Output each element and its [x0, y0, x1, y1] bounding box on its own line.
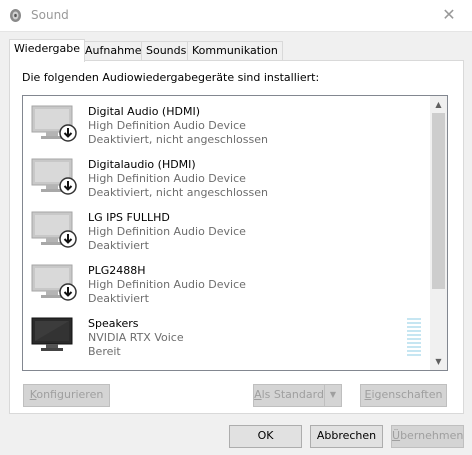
cancel-button[interactable]: Abbrechen — [310, 425, 383, 448]
device-name: PLG2488H — [88, 264, 146, 277]
tab-label: Wiedergabe — [14, 42, 81, 55]
device-driver: High Definition Audio Device — [88, 278, 246, 291]
monitor-speaker-icon — [31, 317, 73, 351]
device-row[interactable]: Digital Audio (HDMI) High Definition Aud… — [23, 96, 431, 149]
device-icon-partial — [31, 369, 77, 371]
device-status: Bereit — [88, 345, 121, 358]
device-row[interactable]: PLG2488H High Definition Audio Device De… — [23, 255, 431, 308]
device-driver: High Definition Audio Device — [88, 172, 246, 185]
device-list[interactable]: Digital Audio (HDMI) High Definition Aud… — [22, 95, 448, 371]
ok-button[interactable]: OK — [229, 425, 302, 448]
tab-label: Aufnahme — [85, 44, 142, 57]
device-driver: High Definition Audio Device — [88, 225, 246, 238]
title-bar: Sound ✕ — [0, 0, 472, 32]
speaker-app-icon — [10, 9, 21, 22]
scroll-down-icon[interactable]: ▼ — [430, 353, 447, 370]
tab-playback[interactable]: Wiedergabe — [9, 39, 86, 62]
tab-label: Kommunikation — [192, 44, 278, 57]
set-default-button[interactable]: Als Standard — [253, 384, 325, 407]
tab-recording[interactable]: Aufnahme — [80, 41, 147, 61]
device-status: Deaktiviert, nicht angeschlossen — [88, 186, 268, 199]
device-row[interactable]: Digitalaudio (HDMI) High Definition Audi… — [23, 149, 431, 202]
configure-label: onfigurieren — [36, 388, 104, 401]
device-name: Digital Audio (HDMI) — [88, 105, 200, 118]
monitor-disabled-icon — [31, 211, 77, 248]
properties-button[interactable]: Eigenschaften — [360, 384, 447, 407]
default-label: ls Standard — [261, 388, 324, 401]
device-status: Deaktiviert — [88, 239, 149, 252]
apply-label: bernehmen — [400, 429, 464, 442]
default-mnemonic: A — [254, 388, 262, 401]
apply-mnemonic: Ü — [392, 429, 401, 442]
apply-button[interactable]: Übernehmen — [391, 425, 464, 448]
device-row[interactable]: Speakers NVIDIA RTX Voice Bereit — [23, 308, 431, 361]
close-icon: ✕ — [442, 5, 456, 24]
device-driver: High Definition Audio Device — [88, 119, 246, 132]
cancel-label: Abbrechen — [316, 429, 377, 442]
device-driver: NVIDIA RTX Voice — [88, 331, 184, 344]
device-status: Deaktiviert — [88, 292, 149, 305]
tab-label: Sounds — [146, 44, 187, 57]
list-scrollbar[interactable]: ▲ ▼ — [430, 96, 447, 370]
scroll-thumb[interactable] — [432, 113, 445, 289]
set-default-dropdown[interactable]: ▼ — [324, 384, 342, 407]
device-row[interactable]: LG IPS FULLHD High Definition Audio Devi… — [23, 202, 431, 255]
window-title: Sound — [31, 8, 69, 22]
ok-label: OK — [257, 429, 274, 442]
close-button[interactable]: ✕ — [426, 0, 472, 31]
chevron-down-icon: ▼ — [329, 390, 337, 399]
volume-level-meter — [407, 318, 421, 358]
monitor-disabled-icon — [31, 158, 77, 195]
properties-label: igenschaften — [371, 388, 443, 401]
device-name: Speakers — [88, 317, 139, 330]
tab-sounds[interactable]: Sounds — [141, 41, 192, 61]
monitor-disabled-icon — [31, 264, 77, 301]
configure-button[interactable]: Konfigurieren — [23, 384, 110, 407]
instruction-text: Die folgenden Audiowiedergabegeräte sind… — [22, 71, 320, 84]
device-row-partial[interactable] — [23, 361, 431, 371]
scroll-up-icon[interactable]: ▲ — [430, 96, 447, 113]
device-name: LG IPS FULLHD — [88, 211, 170, 224]
device-name: Digitalaudio (HDMI) — [88, 158, 196, 171]
monitor-disabled-icon — [31, 105, 77, 142]
tab-communication[interactable]: Kommunikation — [187, 41, 283, 61]
device-status: Deaktiviert, nicht angeschlossen — [88, 133, 268, 146]
